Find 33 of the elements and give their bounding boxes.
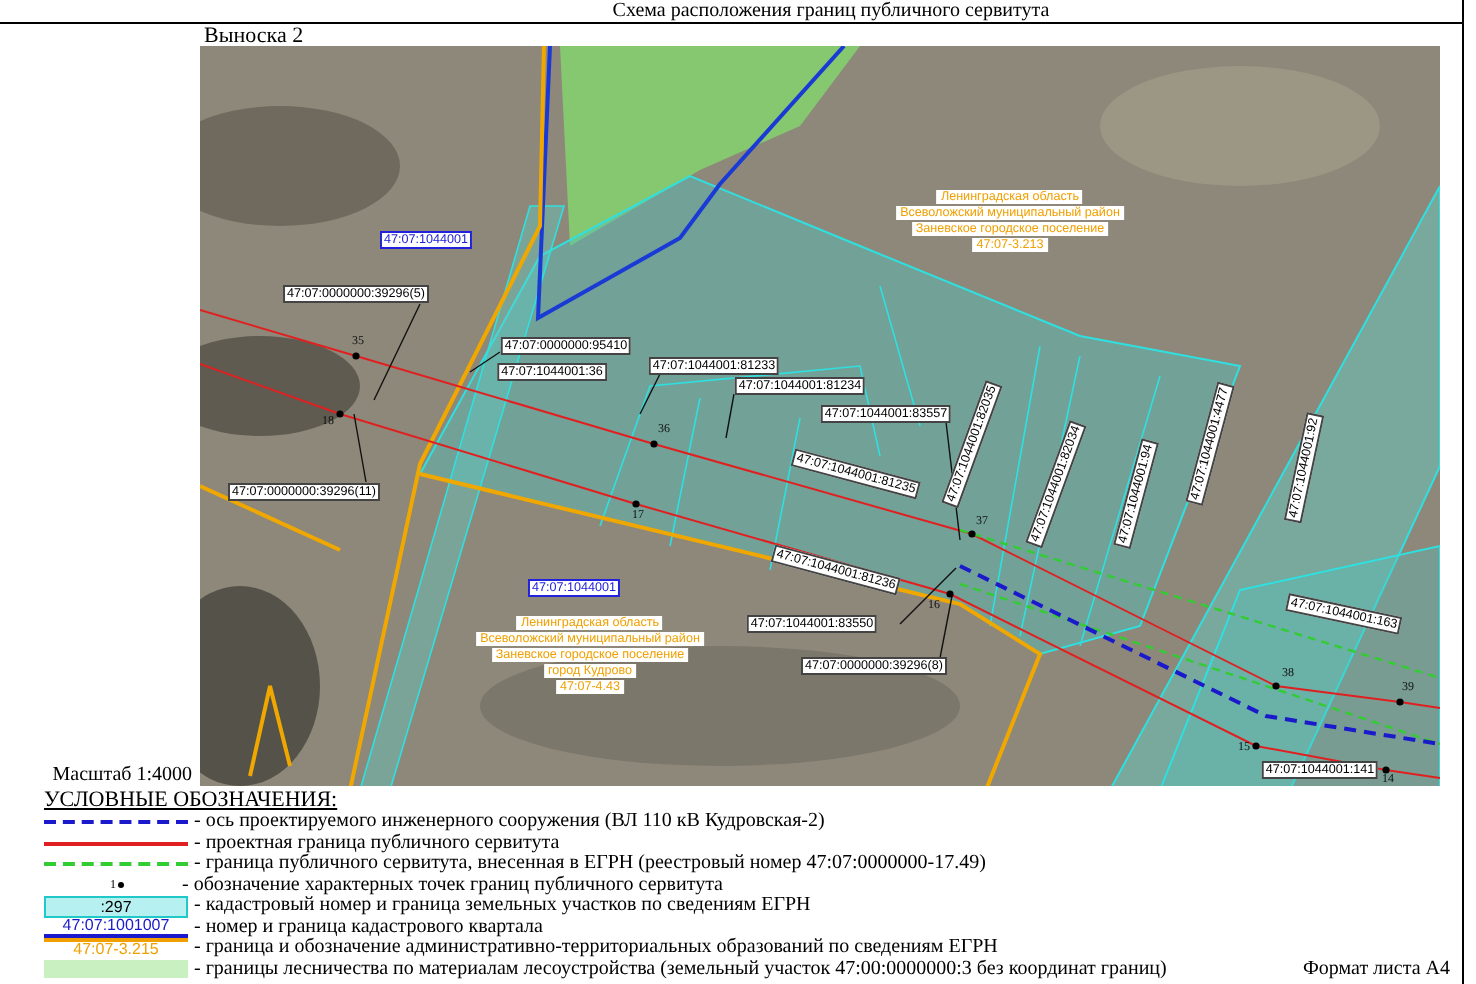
legend-text: - граница публичного сервитута, внесенная в ЕГРН (реестровый номер 47:07:0000000-17.49): [194, 854, 986, 875]
point-marker: [632, 500, 640, 508]
leader-line: [639, 373, 661, 415]
dashed-line-symbol: [44, 820, 188, 825]
leader-line: [353, 413, 367, 483]
legend-text: - кадастровый номер и граница земельных участков по сведениям ЕГРН: [194, 896, 811, 917]
legend-title: УСЛОВНЫЕ ОБОЗНАЧЕНИЯ:: [42, 788, 338, 812]
line-symbol: [44, 841, 188, 846]
point-marker: [352, 352, 360, 360]
leader-line: [469, 351, 501, 373]
point-marker: [968, 530, 976, 538]
legend-text: - ось проектируемого инженерного сооружения (ВЛ 110 кВ Кудровская-2): [194, 812, 825, 833]
point-marker: [1396, 698, 1404, 706]
point-marker: [946, 590, 954, 598]
sheet-title: Схема расположения границ публичного сервитута: [612, 0, 1050, 22]
legend-text: - граница и обозначение административно-территориальных образований по сведениям ЕГРН: [194, 938, 998, 959]
point-marker: [650, 440, 658, 448]
parcel-symbol: :297: [44, 895, 188, 918]
dashed-line-symbol: [44, 862, 188, 867]
inset-title: Выноска 2: [204, 24, 304, 48]
legend-text: - номер и граница кадастрового квартала: [194, 917, 543, 938]
point-marker: [1252, 742, 1260, 750]
point-marker: [1272, 682, 1280, 690]
legend-text: - обозначение характерных точек границ публичного сервитута: [182, 875, 723, 896]
sheet-format: Формат листа А4: [1303, 958, 1452, 980]
point-marker: [336, 410, 344, 418]
area-symbol: [44, 960, 188, 979]
legend-text: - проектная граница публичного сервитута: [194, 833, 560, 854]
legend-text: - границы лесничества по материалам лесоустройства (земельный участок 47:00:0000000:3 без координат границ): [194, 959, 1167, 980]
point-marker: [1382, 766, 1390, 774]
leader-line: [725, 393, 735, 439]
scale-text: Масштаб 1:4000: [52, 764, 194, 786]
leader-line: [373, 303, 421, 401]
